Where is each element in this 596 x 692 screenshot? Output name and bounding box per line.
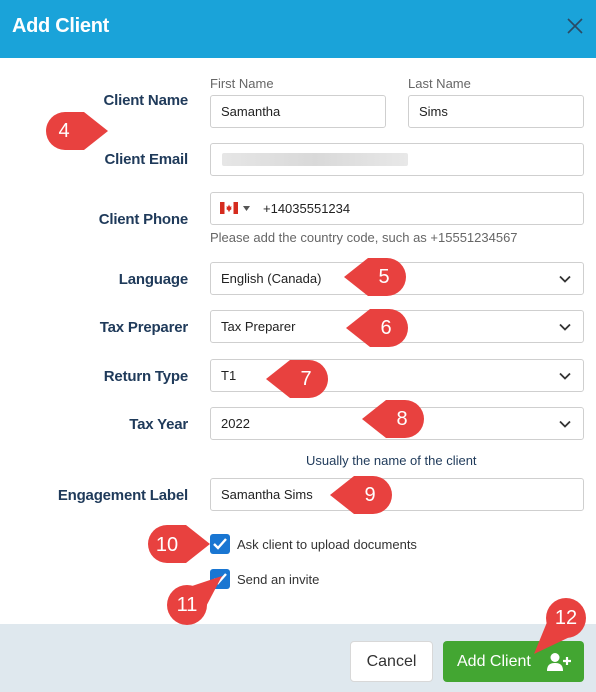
callout-number-11: 11 bbox=[176, 594, 198, 616]
language-label: Language bbox=[118, 271, 188, 288]
client-email-label: Client Email bbox=[104, 151, 189, 168]
send-invite-label: Send an invite bbox=[237, 572, 320, 587]
callout-number-6: 6 bbox=[380, 317, 392, 339]
callout-number-12: 12 bbox=[554, 607, 578, 629]
chevron-down-icon bbox=[559, 323, 571, 331]
last-name-label: Last Name bbox=[408, 76, 471, 91]
client-phone-input[interactable]: +14035551234 bbox=[210, 192, 584, 225]
close-icon[interactable] bbox=[566, 17, 584, 35]
add-client-label: Add Client bbox=[457, 653, 531, 670]
first-name-input[interactable] bbox=[210, 95, 386, 128]
redacted-email bbox=[222, 153, 408, 166]
tax-year-value: 2022 bbox=[221, 416, 250, 431]
client-name-label: Client Name bbox=[103, 92, 189, 109]
chevron-down-icon bbox=[559, 372, 571, 380]
chevron-down-icon bbox=[559, 275, 571, 283]
phone-hint: Please add the country code, such as +15… bbox=[210, 230, 518, 245]
canada-flag-icon[interactable] bbox=[220, 202, 238, 214]
callout-number-10: 10 bbox=[155, 534, 179, 556]
chevron-down-icon bbox=[559, 420, 571, 428]
callout-number-4: 4 bbox=[58, 120, 70, 142]
callout-number-7: 7 bbox=[300, 368, 312, 390]
dialog-header: Add Client bbox=[0, 0, 596, 58]
caret-down-icon[interactable] bbox=[243, 206, 250, 211]
return-type-label: Return Type bbox=[103, 368, 188, 385]
callout-number-9: 9 bbox=[364, 484, 376, 506]
client-phone-label: Client Phone bbox=[98, 211, 188, 228]
first-name-label: First Name bbox=[210, 76, 274, 91]
return-type-value: T1 bbox=[221, 368, 237, 383]
cancel-button[interactable]: Cancel bbox=[350, 641, 433, 682]
tax-preparer-label: Tax Preparer bbox=[99, 319, 188, 336]
tax-year-label: Tax Year bbox=[129, 416, 188, 433]
engagement-label-input[interactable] bbox=[210, 478, 584, 511]
checkmark-icon bbox=[213, 538, 227, 550]
callout-number-5: 5 bbox=[378, 266, 390, 288]
ask-upload-label: Ask client to upload documents bbox=[237, 537, 417, 552]
callout-number-8: 8 bbox=[396, 408, 408, 430]
phone-value: +14035551234 bbox=[263, 201, 351, 216]
language-value: English (Canada) bbox=[221, 271, 322, 286]
tax-preparer-value: Tax Preparer bbox=[221, 319, 296, 334]
dialog-title: Add Client bbox=[12, 15, 109, 37]
last-name-input[interactable] bbox=[408, 95, 584, 128]
engagement-hint: Usually the name of the client bbox=[306, 453, 477, 468]
engagement-label: Engagement Label bbox=[57, 487, 188, 504]
